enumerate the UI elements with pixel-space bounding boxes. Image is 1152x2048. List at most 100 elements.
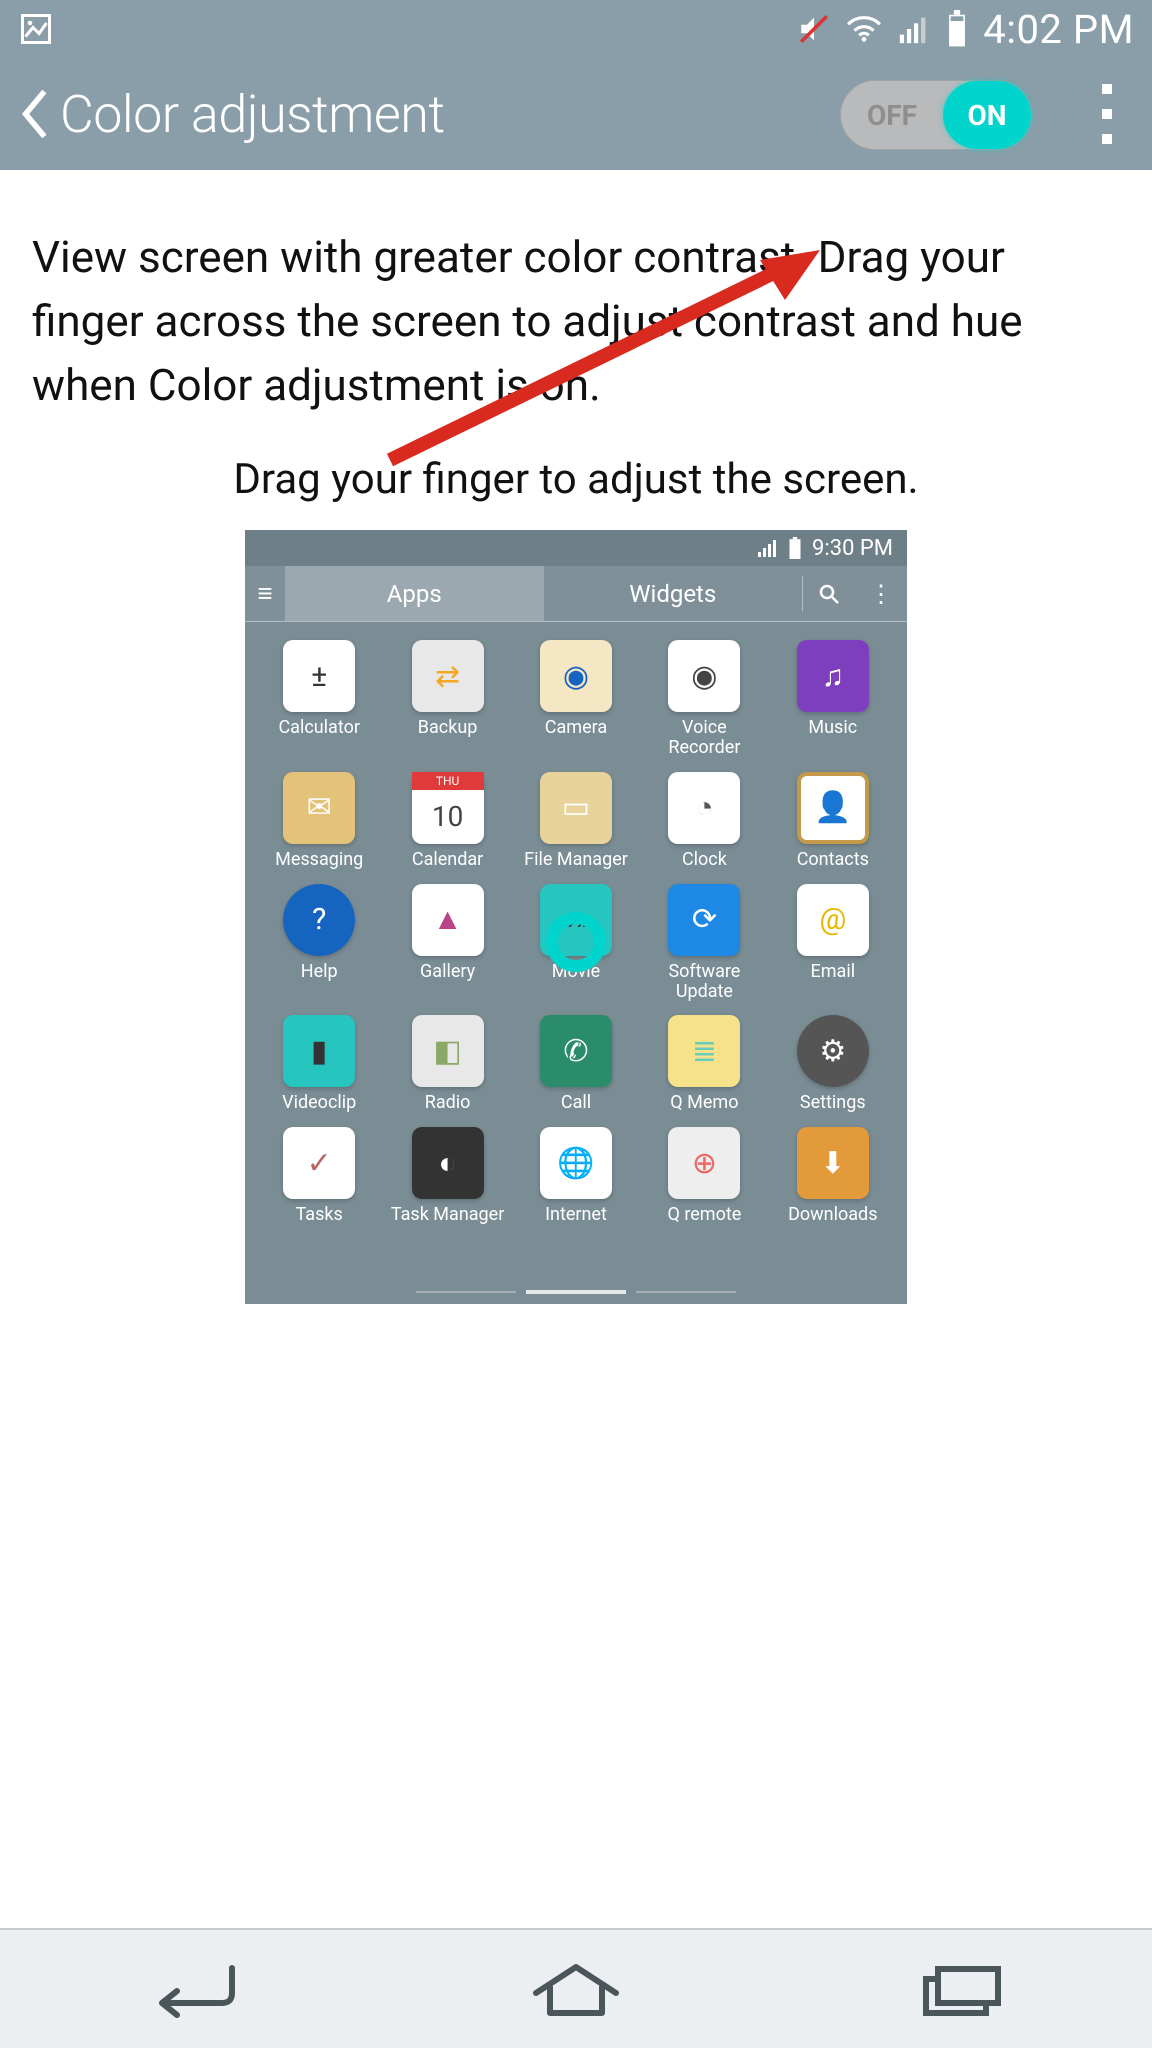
calc-icon: ± bbox=[283, 640, 355, 712]
email-icon: @ bbox=[797, 884, 869, 956]
toggle-off-label: OFF bbox=[841, 99, 943, 132]
preview-app-label: Settings bbox=[800, 1093, 866, 1113]
preview-app-label: Clock bbox=[682, 850, 727, 870]
battery-icon bbox=[945, 10, 969, 48]
help-icon: ? bbox=[283, 884, 355, 956]
preview-app-backup: ⇄Backup bbox=[387, 640, 507, 758]
radio-icon: ◧ bbox=[412, 1015, 484, 1087]
internet-icon: 🌐 bbox=[540, 1127, 612, 1199]
drag-hint: Drag your finger to adjust the screen. bbox=[32, 455, 1120, 504]
feature-toggle[interactable]: OFF ON bbox=[840, 80, 1032, 150]
sw-icon: ⟳ bbox=[668, 884, 740, 956]
status-time: 4:02 PM bbox=[983, 6, 1134, 53]
nav-home-button[interactable] bbox=[506, 1954, 646, 2024]
preview-app-email: @ Email bbox=[773, 884, 893, 1002]
title-bar: Color adjustment OFF ON bbox=[0, 58, 1152, 170]
preview-app-label: Q remote bbox=[667, 1205, 741, 1225]
preview-app-msg: ✉ Messaging bbox=[259, 772, 379, 870]
page-title: Color adjustment bbox=[60, 84, 445, 145]
preview-app-gallery: ▲ Gallery bbox=[387, 884, 507, 1002]
clock-icon: ◔ bbox=[668, 772, 740, 844]
preview-app-clock: ◔ Clock bbox=[644, 772, 764, 870]
preview-app-sw: ⟳ Software Update bbox=[644, 884, 764, 1002]
preview-app-label: Radio bbox=[425, 1093, 471, 1113]
preview-app-label: Calculator bbox=[278, 718, 359, 738]
voice-icon: ◉ bbox=[668, 640, 740, 712]
file-icon: ▭ bbox=[540, 772, 612, 844]
navigation-bar bbox=[0, 1928, 1152, 2048]
preview-screenshot[interactable]: 9:30 PM ≡ Apps Widgets ⋮ ± Calculator ⇄Bac… bbox=[245, 530, 907, 1304]
toggle-on-label: ON bbox=[943, 81, 1031, 149]
signal-icon bbox=[897, 12, 931, 46]
preview-app-help: ?Help bbox=[259, 884, 379, 1002]
preview-app-video: ▮ Videoclip bbox=[259, 1015, 379, 1113]
status-bar: 4:02 PM bbox=[0, 0, 1152, 58]
preview-app-label: Q Memo bbox=[670, 1093, 738, 1113]
preview-menu-icon: ≡ bbox=[245, 566, 285, 621]
camera-icon: ◉ bbox=[540, 640, 612, 712]
cal-icon: THU10 bbox=[412, 772, 484, 844]
preview-app-label: Music bbox=[808, 718, 857, 738]
screenshot-icon bbox=[18, 11, 54, 47]
preview-app-voice: ◉ Voice Recorder bbox=[644, 640, 764, 758]
msg-icon: ✉ bbox=[283, 772, 355, 844]
preview-app-label: Movie bbox=[552, 962, 601, 982]
preview-app-calc: ± Calculator bbox=[259, 640, 379, 758]
qremote-icon: ⊕ bbox=[668, 1127, 740, 1199]
preview-app-label: Internet bbox=[545, 1205, 607, 1225]
preview-status-bar: 9:30 PM bbox=[245, 530, 907, 566]
gallery-icon: ▲ bbox=[412, 884, 484, 956]
preview-search-icon bbox=[803, 566, 855, 621]
content-body: View screen with greater color contrast.… bbox=[0, 170, 1152, 1928]
preview-page-indicator bbox=[526, 1290, 626, 1294]
preview-app-label: Software Update bbox=[644, 962, 764, 1002]
wifi-icon bbox=[845, 12, 883, 46]
preview-app-file: ▭File Manager bbox=[516, 772, 636, 870]
preview-app-label: Camera bbox=[545, 718, 607, 738]
call-icon: ✆ bbox=[540, 1015, 612, 1087]
taskmgr-icon: ◐ bbox=[412, 1127, 484, 1199]
qmemo-icon: ≣ bbox=[668, 1015, 740, 1087]
preview-app-radio: ◧ Radio bbox=[387, 1015, 507, 1113]
preview-time: 9:30 PM bbox=[812, 536, 893, 561]
music-icon: ♫ bbox=[797, 640, 869, 712]
preview-app-label: Messaging bbox=[275, 850, 363, 870]
preview-app-label: Backup bbox=[418, 718, 478, 738]
preview-app-music: ♫ Music bbox=[773, 640, 893, 758]
preview-app-contacts: 👤 Contacts bbox=[773, 772, 893, 870]
back-icon[interactable] bbox=[20, 87, 50, 141]
contacts-icon: 👤 bbox=[797, 772, 869, 844]
overflow-menu-icon[interactable] bbox=[1092, 84, 1122, 144]
preview-app-label: Call bbox=[561, 1093, 591, 1113]
preview-app-label: Contacts bbox=[797, 850, 869, 870]
preview-app-tasks: ✓ Tasks bbox=[259, 1127, 379, 1225]
nav-recent-button[interactable] bbox=[890, 1954, 1030, 2024]
feature-description: View screen with greater color contrast.… bbox=[32, 226, 1032, 417]
preview-signal-icon bbox=[758, 539, 778, 557]
nav-back-button[interactable] bbox=[122, 1954, 262, 2024]
settings-icon: ⚙ bbox=[797, 1015, 869, 1087]
preview-app-internet: 🌐 Internet bbox=[516, 1127, 636, 1225]
preview-app-label: Gallery bbox=[420, 962, 475, 982]
preview-app-call: ✆ Call bbox=[516, 1015, 636, 1113]
tasks-icon: ✓ bbox=[283, 1127, 355, 1199]
preview-app-qremote: ⊕ Q remote bbox=[644, 1127, 764, 1225]
preview-app-label: Voice Recorder bbox=[644, 718, 764, 758]
downloads-icon: ⬇ bbox=[797, 1127, 869, 1199]
movie-icon: »» bbox=[540, 884, 612, 956]
preview-app-settings: ⚙ Settings bbox=[773, 1015, 893, 1113]
preview-app-label: Tasks bbox=[296, 1205, 343, 1225]
preview-app-cal: THU10 Calendar bbox=[387, 772, 507, 870]
preview-overflow-icon: ⋮ bbox=[855, 566, 907, 621]
preview-app-downloads: ⬇Downloads bbox=[773, 1127, 893, 1225]
mute-icon bbox=[797, 12, 831, 46]
preview-app-taskmgr: ◐Task Manager bbox=[387, 1127, 507, 1225]
preview-app-movie: »» Movie bbox=[516, 884, 636, 1002]
preview-app-label: Calendar bbox=[412, 850, 483, 870]
preview-tab-widgets: Widgets bbox=[544, 566, 803, 621]
video-icon: ▮ bbox=[283, 1015, 355, 1087]
preview-tab-apps: Apps bbox=[285, 566, 544, 621]
preview-app-label: Videoclip bbox=[282, 1093, 356, 1113]
preview-tabs: ≡ Apps Widgets ⋮ bbox=[245, 566, 907, 622]
preview-app-label: Email bbox=[811, 962, 856, 982]
